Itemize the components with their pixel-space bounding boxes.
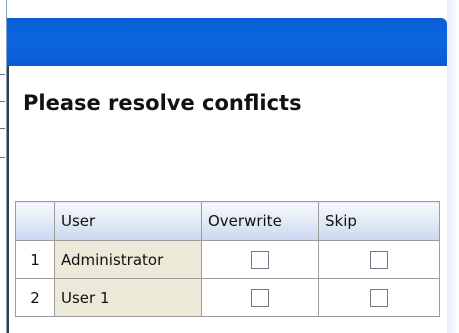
heading-area [7, 66, 447, 196]
user-name-cell[interactable]: User 1 [54, 278, 202, 317]
table-header-row: User Overwrite Skip [15, 201, 440, 241]
column-header-user[interactable]: User [54, 201, 202, 241]
page-title: Please resolve conflicts [23, 91, 302, 115]
table-row: 1 Administrator [15, 240, 440, 279]
overwrite-cell [201, 240, 319, 279]
row-number: 2 [15, 278, 55, 317]
overwrite-cell [201, 278, 319, 317]
edge-tick [0, 101, 5, 102]
skip-cell [318, 240, 440, 279]
column-header-skip[interactable]: Skip [318, 201, 440, 241]
column-header-number [15, 201, 55, 241]
overwrite-checkbox[interactable] [251, 250, 269, 269]
edge-tick [0, 74, 5, 75]
conflict-dialog: Please resolve conflicts User Overwrite … [6, 0, 459, 333]
skip-cell [318, 278, 440, 317]
dialog-right-edge [447, 0, 459, 333]
column-header-overwrite[interactable]: Overwrite [201, 201, 319, 241]
edge-tick [0, 128, 5, 129]
conflicts-table: User Overwrite Skip 1 Administrator 2 Us… [15, 201, 440, 317]
row-number: 1 [15, 240, 55, 279]
table-row: 2 User 1 [15, 278, 440, 317]
title-bar[interactable] [7, 18, 447, 66]
dialog-left-border [7, 66, 9, 333]
edge-tick [0, 157, 5, 158]
overwrite-checkbox[interactable] [251, 288, 269, 307]
skip-checkbox[interactable] [370, 288, 388, 307]
user-name-cell[interactable]: Administrator [54, 240, 202, 279]
skip-checkbox[interactable] [370, 250, 388, 269]
